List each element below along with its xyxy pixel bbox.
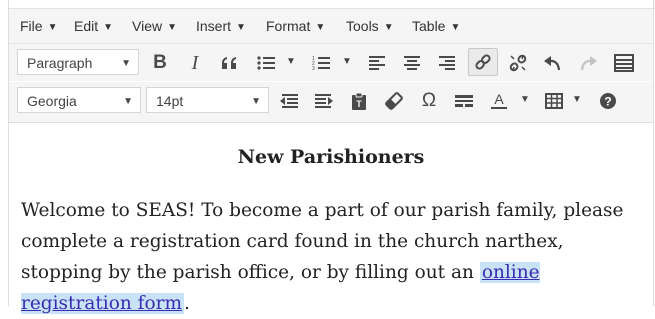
numbered-list-icon: 123 [312,56,330,71]
blockquote-button[interactable] [216,49,244,77]
undo-icon [544,56,561,71]
bullet-list-icon [257,56,275,70]
menu-table[interactable]: Table ▼ [412,18,460,34]
document-heading: New Parishioners [237,146,425,168]
text-color-button[interactable]: A [485,87,513,115]
outdent-icon [280,94,298,108]
menu-view[interactable]: View ▼ [132,18,177,34]
menu-edit[interactable]: Edit ▼ [74,18,113,34]
editor-content-area[interactable]: New Parishioners Welcome to SEAS! To bec… [9,123,653,314]
link-icon [475,54,491,70]
toolbar-row-1: Paragraph ▼ B I ▼ 123 ▼ [9,44,653,81]
indent-button[interactable] [310,87,338,115]
clear-formatting-icon [385,92,403,110]
table-button[interactable] [540,87,568,115]
table-dropdown[interactable]: ▼ [572,94,582,105]
help-button[interactable]: ? [594,87,622,115]
toolbar-toggle-button[interactable] [610,49,638,77]
insert-link-button[interactable] [468,48,498,76]
horizontal-line-icon [455,95,473,107]
align-right-button[interactable] [433,49,461,77]
toolbar-toggle-icon [614,54,634,72]
svg-text:A: A [494,92,504,107]
undo-button[interactable] [539,49,567,77]
numbered-list-button[interactable]: 123 [307,49,335,77]
toolbar-row-2: Georgia ▼ 14pt ▼ T Ω A ▼ ▼ ? [9,82,653,123]
menu-format[interactable]: Format ▼ [266,18,325,34]
menu-bar: File ▼ Edit ▼ View ▼ Insert ▼ Format ▼ Tools ▼… [9,8,653,44]
svg-text:3: 3 [312,66,315,71]
unlink-icon [509,54,527,72]
align-left-button[interactable] [363,49,391,77]
menu-file[interactable]: File ▼ [20,18,57,34]
clear-formatting-button[interactable] [380,87,408,115]
paste-as-text-icon: T [352,92,366,110]
blockquote-icon [222,57,236,69]
indent-icon [315,94,333,108]
rich-text-editor: File ▼ Edit ▼ View ▼ Insert ▼ Format ▼ Tools ▼… [8,0,654,314]
align-center-icon [404,56,420,70]
menu-tools[interactable]: Tools ▼ [346,18,394,34]
block-format-select[interactable]: Paragraph ▼ [17,49,139,75]
horizontal-line-button[interactable] [450,87,478,115]
unlink-button[interactable] [504,49,532,77]
table-icon [545,93,563,109]
special-character-button[interactable]: Ω [415,87,443,115]
font-size-select[interactable]: 14pt ▼ [146,87,269,113]
italic-icon: I [191,51,199,74]
italic-button[interactable]: I [181,49,209,77]
font-family-select[interactable]: Georgia ▼ [17,87,141,113]
bold-button[interactable]: B [146,49,174,77]
help-icon: ? [600,93,616,109]
paste-as-text-button[interactable]: T [345,87,373,115]
outdent-button[interactable] [275,87,303,115]
numbered-list-dropdown[interactable]: ▼ [342,56,352,67]
svg-text:T: T [356,99,362,109]
paragraph-end: . [184,293,190,314]
redo-button[interactable] [574,49,602,77]
text-color-icon: A [491,92,507,109]
text-color-dropdown[interactable]: ▼ [520,94,530,105]
svg-text:?: ? [604,95,611,109]
menu-insert[interactable]: Insert ▼ [196,18,246,34]
redo-icon [580,56,597,71]
special-character-icon: Ω [421,90,437,111]
align-center-button[interactable] [398,49,426,77]
align-left-icon [369,56,385,70]
document-paragraph: Welcome to SEAS! To become a part of our… [21,195,641,319]
bullet-list-button[interactable] [252,49,280,77]
align-right-icon [439,56,455,70]
bold-icon: B [153,52,167,73]
bullet-list-dropdown[interactable]: ▼ [286,56,296,67]
